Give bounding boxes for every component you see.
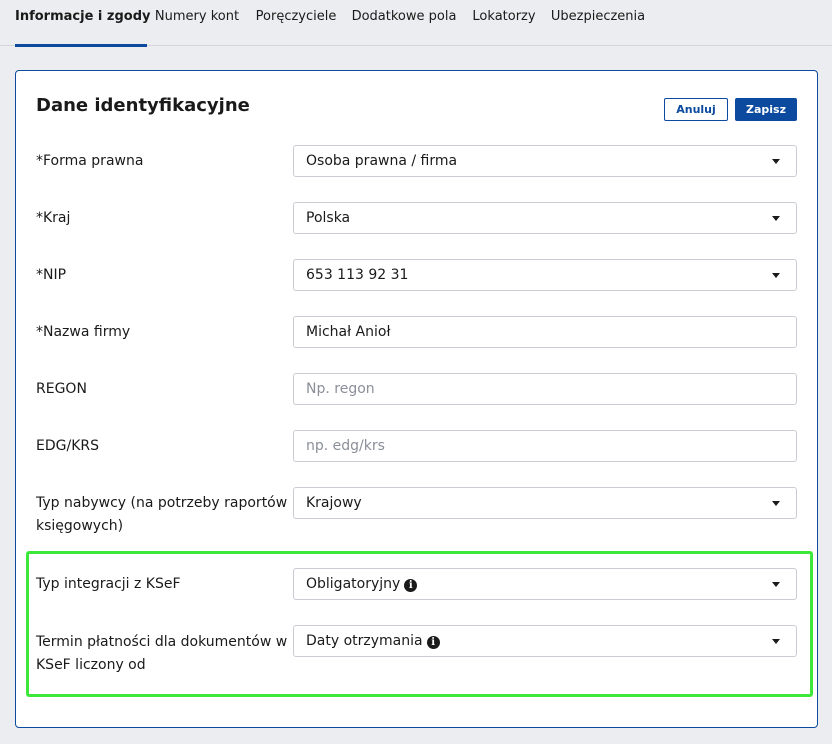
forma-prawna-select[interactable]: Osoba prawna / firma — [293, 145, 797, 177]
tab-ubezpieczenia[interactable]: Ubezpieczenia — [550, 0, 646, 46]
typ-nabywcy-value: Krajowy — [306, 495, 362, 511]
typ-nabywcy-label: Typ nabywcy (na potrzeby raportów księgo… — [36, 495, 288, 534]
nip-value: 653 113 92 31 — [306, 267, 409, 283]
kraj-label: *Kraj — [36, 210, 71, 226]
caret-down-icon — [772, 273, 780, 278]
tab-informacje-i-zgody[interactable]: Informacje i zgody — [15, 0, 150, 47]
edg-krs-label: EDG/KRS — [36, 438, 99, 454]
termin-platnosci-value: Daty otrzymania — [306, 633, 423, 649]
regon-field — [293, 373, 797, 405]
tab-poreczyciele[interactable]: Poręczyciele — [253, 0, 339, 46]
typ-integracji-select[interactable]: Obligatoryjny i — [293, 568, 797, 600]
cancel-button[interactable]: Anuluj — [664, 98, 728, 121]
termin-platnosci-label: Termin płatności dla dokumentów w KSeF l… — [36, 634, 288, 673]
tab-dodatkowe-pola[interactable]: Dodatkowe pola — [350, 0, 458, 46]
section-title: Dane identyfikacyjne — [36, 95, 250, 116]
typ-integracji-label: Typ integracji z KSeF — [36, 576, 181, 592]
save-button[interactable]: Zapisz — [735, 98, 797, 121]
caret-down-icon — [772, 159, 780, 164]
typ-integracji-value: Obligatoryjny — [306, 576, 401, 592]
tab-lokatorzy[interactable]: Lokatorzy — [469, 0, 539, 46]
forma-prawna-label: *Forma prawna — [36, 153, 144, 169]
nip-select[interactable]: 653 113 92 31 — [293, 259, 797, 291]
kraj-value: Polska — [306, 210, 351, 226]
nazwa-firmy-field[interactable]: Michał Anioł — [293, 316, 797, 348]
tab-bar: Informacje i zgody Numery kont Poręczyci… — [0, 0, 832, 47]
regon-input[interactable] — [294, 374, 796, 404]
identification-card: Dane identyfikacyjne Anuluj Zapisz *Form… — [15, 70, 818, 728]
caret-down-icon — [772, 501, 780, 506]
nazwa-firmy-label: *Nazwa firmy — [36, 324, 131, 340]
regon-label: REGON — [36, 381, 87, 397]
tab-numery-kont[interactable]: Numery kont — [152, 0, 242, 46]
edg-krs-input[interactable] — [294, 431, 796, 461]
caret-down-icon — [772, 216, 780, 221]
forma-prawna-value: Osoba prawna / firma — [306, 153, 458, 169]
caret-down-icon — [772, 582, 780, 587]
termin-platnosci-select[interactable]: Daty otrzymania i — [293, 625, 797, 657]
info-icon[interactable]: i — [404, 579, 418, 592]
typ-nabywcy-select[interactable]: Krajowy — [293, 487, 797, 519]
info-icon[interactable]: i — [426, 636, 440, 649]
caret-down-icon — [772, 639, 780, 644]
nazwa-firmy-value: Michał Anioł — [306, 324, 391, 340]
nip-label: *NIP — [36, 267, 67, 283]
kraj-select[interactable]: Polska — [293, 202, 797, 234]
edg-krs-field — [293, 430, 797, 462]
